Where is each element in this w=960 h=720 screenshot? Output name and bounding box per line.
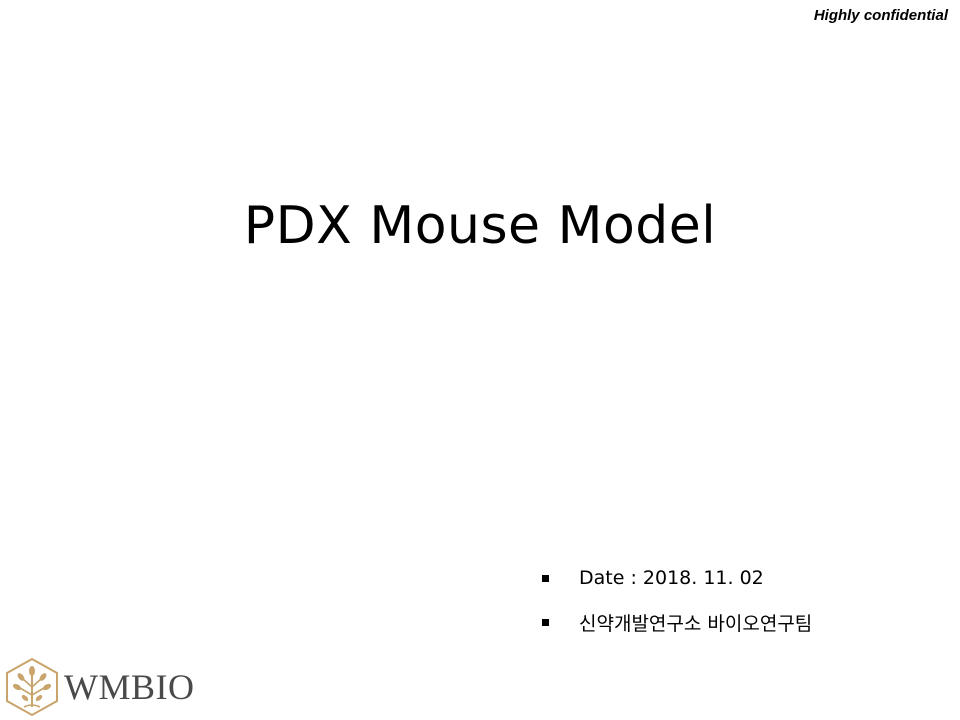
square-bullet-icon [542,574,549,582]
team-text: 신약개발연구소 바이오연구팀 [579,612,813,635]
date-text: Date : 2018. 11. 02 [579,567,764,589]
list-item-team: 신약개발연구소 바이오연구팀 [542,600,812,644]
list-item-date: Date : 2018. 11. 02 [542,556,812,600]
confidential-label: Highly confidential [813,7,948,24]
square-bullet-icon [542,618,549,626]
company-logo: WMBIO [4,657,195,717]
slide-title: PDX Mouse Model [243,196,717,256]
hexagon-tree-icon [6,657,58,717]
info-list: Date : 2018. 11. 02 신약개발연구소 바이오연구팀 [542,556,812,644]
logo-text: WMBIO [64,667,195,707]
slide: Highly confidential PDX Mouse Model Date… [0,0,960,720]
